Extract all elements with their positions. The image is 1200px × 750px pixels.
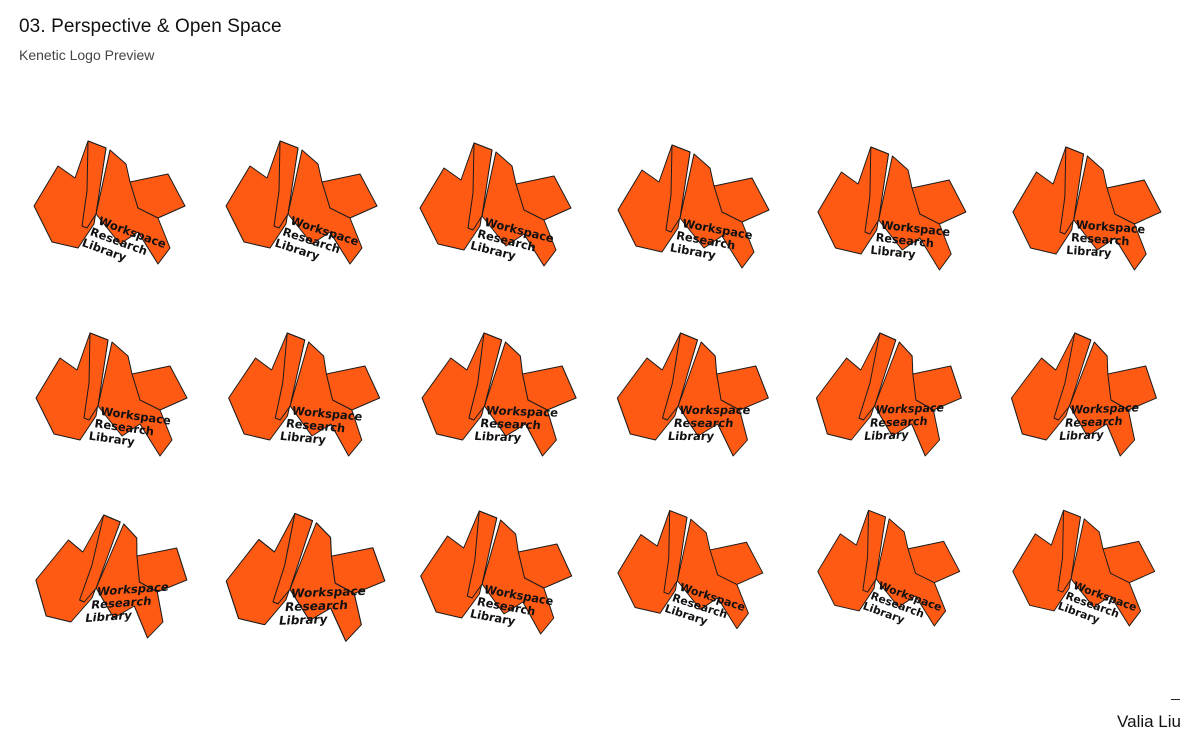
- wordmark-line-library: Library: [667, 429, 715, 443]
- logo-shape-group: WorkspaceResearchLibrary: [817, 146, 967, 271]
- wordmark-line-library: Library: [1058, 427, 1105, 443]
- logo-tile: Workspace Research Library: [416, 500, 610, 680]
- logo-tile: Workspace Research Library: [222, 500, 416, 680]
- logo-shape-group: WorkspaceResearchLibrary: [815, 332, 962, 457]
- logo-tile: Workspace Research Library: [1005, 318, 1199, 498]
- logo-tile: Workspace Research Library: [612, 500, 806, 680]
- logo-tile: Workspace Research Library: [222, 130, 416, 310]
- logo-preview-grid: Workspace Research Library Workspace Researc…: [0, 0, 1200, 750]
- wordmark-line-library: Library: [278, 612, 329, 627]
- logo-tile: Workspace Research Library: [30, 500, 224, 680]
- logo-mark: WorkspaceResearchLibrary: [1012, 509, 1156, 626]
- wordmark-line-library: Library: [279, 429, 327, 447]
- logo-mark: WorkspaceResearchLibrary: [228, 332, 381, 457]
- wordmark-line-library: Library: [473, 429, 522, 444]
- logo-shape-group: WorkspaceResearchLibrary: [817, 509, 961, 626]
- author-name: Valia Liu: [1117, 712, 1181, 731]
- logo-tile: Workspace Research Library: [810, 130, 1004, 310]
- logo-mark: WorkspaceResearchLibrary: [35, 332, 188, 457]
- logo-mark: WorkspaceResearchLibrary: [1012, 146, 1162, 271]
- logo-shape-group: WorkspaceResearchLibrary: [225, 140, 378, 265]
- logo-mark: WorkspaceResearchLibrary: [1010, 332, 1157, 457]
- wordmark-line-library: Library: [1066, 243, 1113, 260]
- logo-tile: Workspace Research Library: [416, 318, 610, 498]
- logo-mark: WorkspaceResearchLibrary: [420, 510, 573, 635]
- logo-shape-group: WorkspaceResearchLibrary: [1012, 146, 1162, 271]
- logo-mark: WorkspaceResearchLibrary: [617, 510, 764, 630]
- logo-mark: WorkspaceResearchLibrary: [817, 146, 967, 271]
- logo-shape-group: WorkspaceResearchLibrary: [35, 514, 188, 639]
- logo-shape-group: WorkspaceResearchLibrary: [419, 142, 572, 267]
- logo-tile: Workspace Research Library: [30, 130, 224, 310]
- logo-shape-group: WorkspaceResearchLibrary: [225, 512, 386, 642]
- logo-mark: WorkspaceResearchLibrary: [33, 140, 186, 265]
- logo-shape-group: WorkspaceResearchLibrary: [421, 332, 577, 457]
- logo-mark: WorkspaceResearchLibrary: [616, 332, 769, 457]
- wordmark-line-workspace: Workspace: [679, 403, 752, 417]
- logo-tile: Workspace Research Library: [1005, 500, 1199, 680]
- logo-shape-group: WorkspaceResearchLibrary: [617, 144, 770, 269]
- logo-mark: WorkspaceResearchLibrary: [421, 332, 577, 457]
- logo-mark: WorkspaceResearchLibrary: [225, 140, 378, 265]
- logo-shape-group: WorkspaceResearchLibrary: [228, 332, 381, 457]
- logo-shape-group: WorkspaceResearchLibrary: [35, 332, 188, 457]
- logo-tile: Workspace Research Library: [810, 500, 1004, 680]
- logo-tile: Workspace Research Library: [1005, 130, 1199, 310]
- wordmark-line-library: Library: [863, 427, 910, 443]
- logo-mark: WorkspaceResearchLibrary: [419, 142, 572, 267]
- logo-shape-group: WorkspaceResearchLibrary: [1010, 332, 1157, 457]
- logo-tile: Workspace Research Library: [30, 318, 224, 498]
- logo-mark: WorkspaceResearchLibrary: [617, 144, 770, 269]
- logo-shape-group: WorkspaceResearchLibrary: [33, 140, 186, 265]
- logo-shape-group: WorkspaceResearchLibrary: [420, 510, 573, 635]
- wordmark-line-library: Library: [84, 608, 133, 625]
- logo-tile: Workspace Research Library: [416, 130, 610, 310]
- logo-tile: Workspace Research Library: [612, 130, 806, 310]
- logo-shape-group: WorkspaceResearchLibrary: [1012, 509, 1156, 626]
- logo-tile: Workspace Research Library: [222, 318, 416, 498]
- logo-tile: Workspace Research Library: [612, 318, 806, 498]
- logo-mark: WorkspaceResearchLibrary: [815, 332, 962, 457]
- logo-mark: WorkspaceResearchLibrary: [817, 509, 961, 626]
- logo-shape-group: WorkspaceResearchLibrary: [616, 332, 769, 457]
- logo-tile: Workspace Research Library: [810, 318, 1004, 498]
- footer-divider: [1171, 699, 1180, 700]
- wordmark-line-research: Research: [673, 416, 735, 430]
- logo-mark: WorkspaceResearchLibrary: [225, 512, 386, 642]
- logo-shape-group: WorkspaceResearchLibrary: [617, 510, 764, 630]
- logo-mark: WorkspaceResearchLibrary: [35, 514, 188, 639]
